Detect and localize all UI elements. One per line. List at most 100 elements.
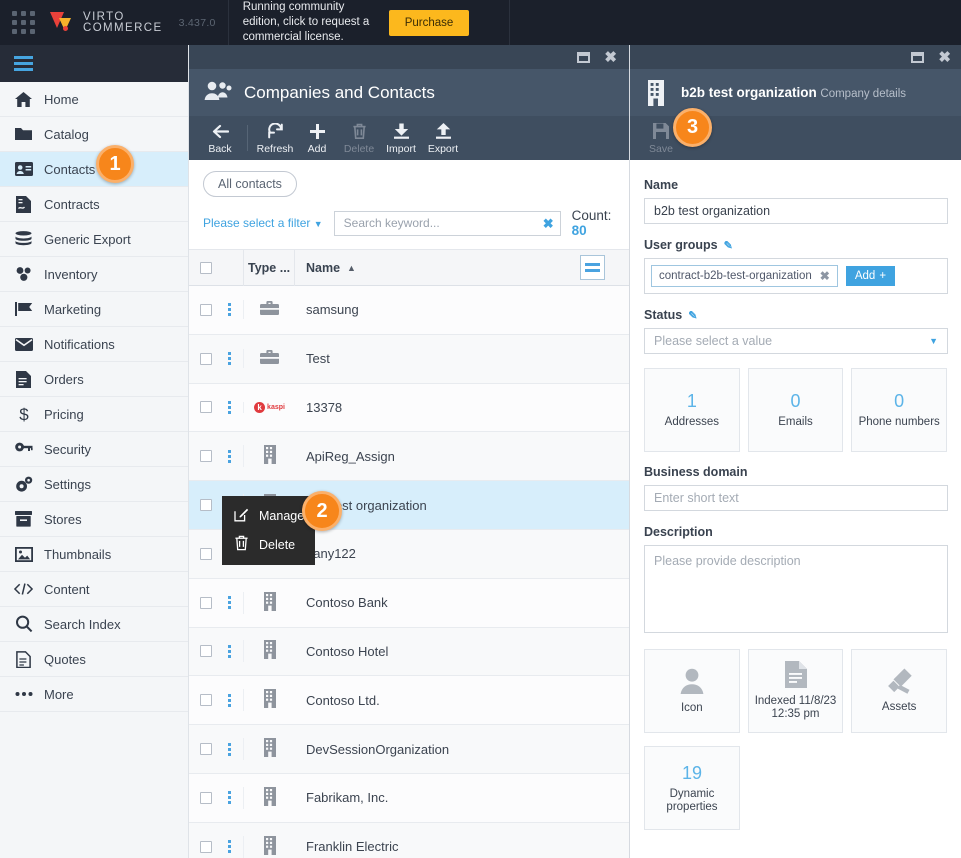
sidebar-item-pricing[interactable]: $ Pricing [0,397,188,432]
context-menu-item-manage[interactable]: Manage [222,502,315,530]
brand-logo[interactable]: VIRTO COMMERCE 3.437.0 [46,11,216,35]
row-checkbox[interactable] [189,743,215,756]
sidebar-item-contracts[interactable]: Contracts [0,187,188,222]
sidebar-item-content[interactable]: Content [0,572,188,607]
sidebar-item-inventory[interactable]: Inventory [0,257,188,292]
row-checkbox[interactable] [189,450,215,463]
sidebar-item-marketing[interactable]: Marketing [0,292,188,327]
row-menu-icon[interactable] [215,352,243,366]
boxes-icon [14,265,33,284]
table-row[interactable]: Test [189,334,629,384]
row-type-icon [243,445,295,468]
sidebar-item-quotes[interactable]: Quotes [0,642,188,677]
table-row[interactable]: samsung [189,286,629,335]
import-button[interactable]: Import [380,122,422,155]
row-menu-icon[interactable] [215,400,243,414]
table-row[interactable]: k kaspi 13378 [189,383,629,433]
sidebar-item-stores[interactable]: Stores [0,502,188,537]
close-window-icon[interactable]: ✖ [604,50,617,65]
row-checkbox[interactable] [189,547,215,560]
sidebar-item-more[interactable]: More [0,677,188,712]
sidebar-item-search-index[interactable]: Search Index [0,607,188,642]
add-button[interactable]: Add [296,122,338,155]
column-header-name[interactable]: Name ▲ [295,261,629,275]
plus-icon [309,122,326,141]
row-menu-icon[interactable] [215,303,243,317]
row-menu-icon[interactable] [215,791,243,805]
addresses-card[interactable]: 1 Addresses [644,368,740,452]
app-root: VIRTO COMMERCE 3.437.0 Running community… [0,0,961,858]
assets-card[interactable]: Assets [851,649,948,733]
close-window-icon[interactable]: ✖ [938,50,951,65]
phone-numbers-card[interactable]: 0 Phone numbers [851,368,948,452]
emails-card[interactable]: 0 Emails [747,368,844,452]
row-checkbox[interactable] [189,352,215,365]
row-checkbox[interactable] [189,840,215,853]
row-menu-icon[interactable] [215,449,243,463]
status-select[interactable]: Please select a value ▼ [644,328,948,354]
sidebar-item-notifications[interactable]: Notifications [0,327,188,362]
table-row[interactable]: Franklin Electric [189,822,629,858]
sidebar-item-home[interactable]: Home [0,82,188,117]
restore-window-icon[interactable] [911,51,925,63]
kaspi-logo-icon: k kaspi [254,401,285,413]
row-menu-icon[interactable] [215,742,243,756]
sidebar-item-security[interactable]: Security [0,432,188,467]
indexed-card[interactable]: Indexed 11/8/23 12:35 pm [747,649,844,733]
purchase-button[interactable]: Purchase [388,9,470,36]
restore-window-icon[interactable] [577,51,591,63]
user-group-tag[interactable]: contract-b2b-test-organization ✖ [651,265,838,287]
filter-select-link[interactable]: Please select a filter ▼ [203,216,323,230]
icon-card[interactable]: Icon [644,649,740,733]
row-checkbox[interactable] [189,401,215,414]
sidebar-item-orders[interactable]: Orders [0,362,188,397]
row-checkbox[interactable] [189,596,215,609]
row-checkbox[interactable] [189,499,215,512]
table-row[interactable]: Contoso Bank [189,578,629,628]
pencil-icon[interactable]: ✎ [688,309,697,322]
table-row[interactable]: Contoso Hotel [189,627,629,677]
column-header-type[interactable]: Type ... [243,249,295,286]
step-badge-2: 2 [302,491,342,531]
edit-pencil-square-icon [234,507,249,525]
sidebar-item-contacts[interactable]: Contacts [0,152,188,187]
back-button[interactable]: Back [199,122,241,155]
table-row[interactable]: ApiReg_Assign [189,432,629,482]
table-row[interactable]: Contoso Ltd. [189,676,629,726]
add-user-group-button[interactable]: Add + [845,266,896,286]
dynamic-properties-card[interactable]: 19 Dynamic properties [644,746,740,830]
row-checkbox[interactable] [189,645,215,658]
pencil-icon[interactable]: ✎ [724,239,733,252]
select-all-checkbox[interactable] [189,261,215,274]
row-menu-icon[interactable] [215,596,243,610]
context-menu-item-delete[interactable]: Delete [222,530,315,559]
refresh-button[interactable]: Refresh [254,122,296,155]
row-checkbox[interactable] [189,694,215,707]
sidebar-item-generic-export[interactable]: Generic Export [0,222,188,257]
sidebar-item-thumbnails[interactable]: Thumbnails [0,537,188,572]
sidebar-item-catalog[interactable]: Catalog [0,117,188,152]
sidebar-toggle-button[interactable] [0,45,188,82]
export-button[interactable]: Export [422,122,464,155]
row-menu-icon[interactable] [215,840,243,854]
row-menu-icon[interactable] [215,693,243,707]
table-row[interactable]: DevSessionOrganization [189,725,629,774]
table-row[interactable]: Fabrikam, Inc. [189,773,629,823]
apps-grid-icon[interactable] [0,0,46,45]
row-checkbox[interactable] [189,303,215,316]
row-menu-icon[interactable] [215,644,243,658]
clear-search-icon[interactable]: ✖ [543,215,554,232]
business-domain-input[interactable] [644,485,948,511]
plus-icon: + [879,270,887,282]
all-contacts-pill[interactable]: All contacts [203,171,297,197]
row-checkbox[interactable] [189,791,215,804]
description-textarea[interactable] [644,545,948,633]
sidebar-item-label: Home [44,91,79,107]
license-message[interactable]: Running community edition, click to requ… [229,0,389,45]
search-input[interactable] [333,210,561,236]
name-input[interactable] [644,198,948,224]
grid-settings-icon[interactable] [580,255,605,280]
trash-icon [352,122,367,141]
sidebar-item-settings[interactable]: Settings [0,467,188,502]
remove-tag-icon[interactable]: ✖ [820,269,830,283]
